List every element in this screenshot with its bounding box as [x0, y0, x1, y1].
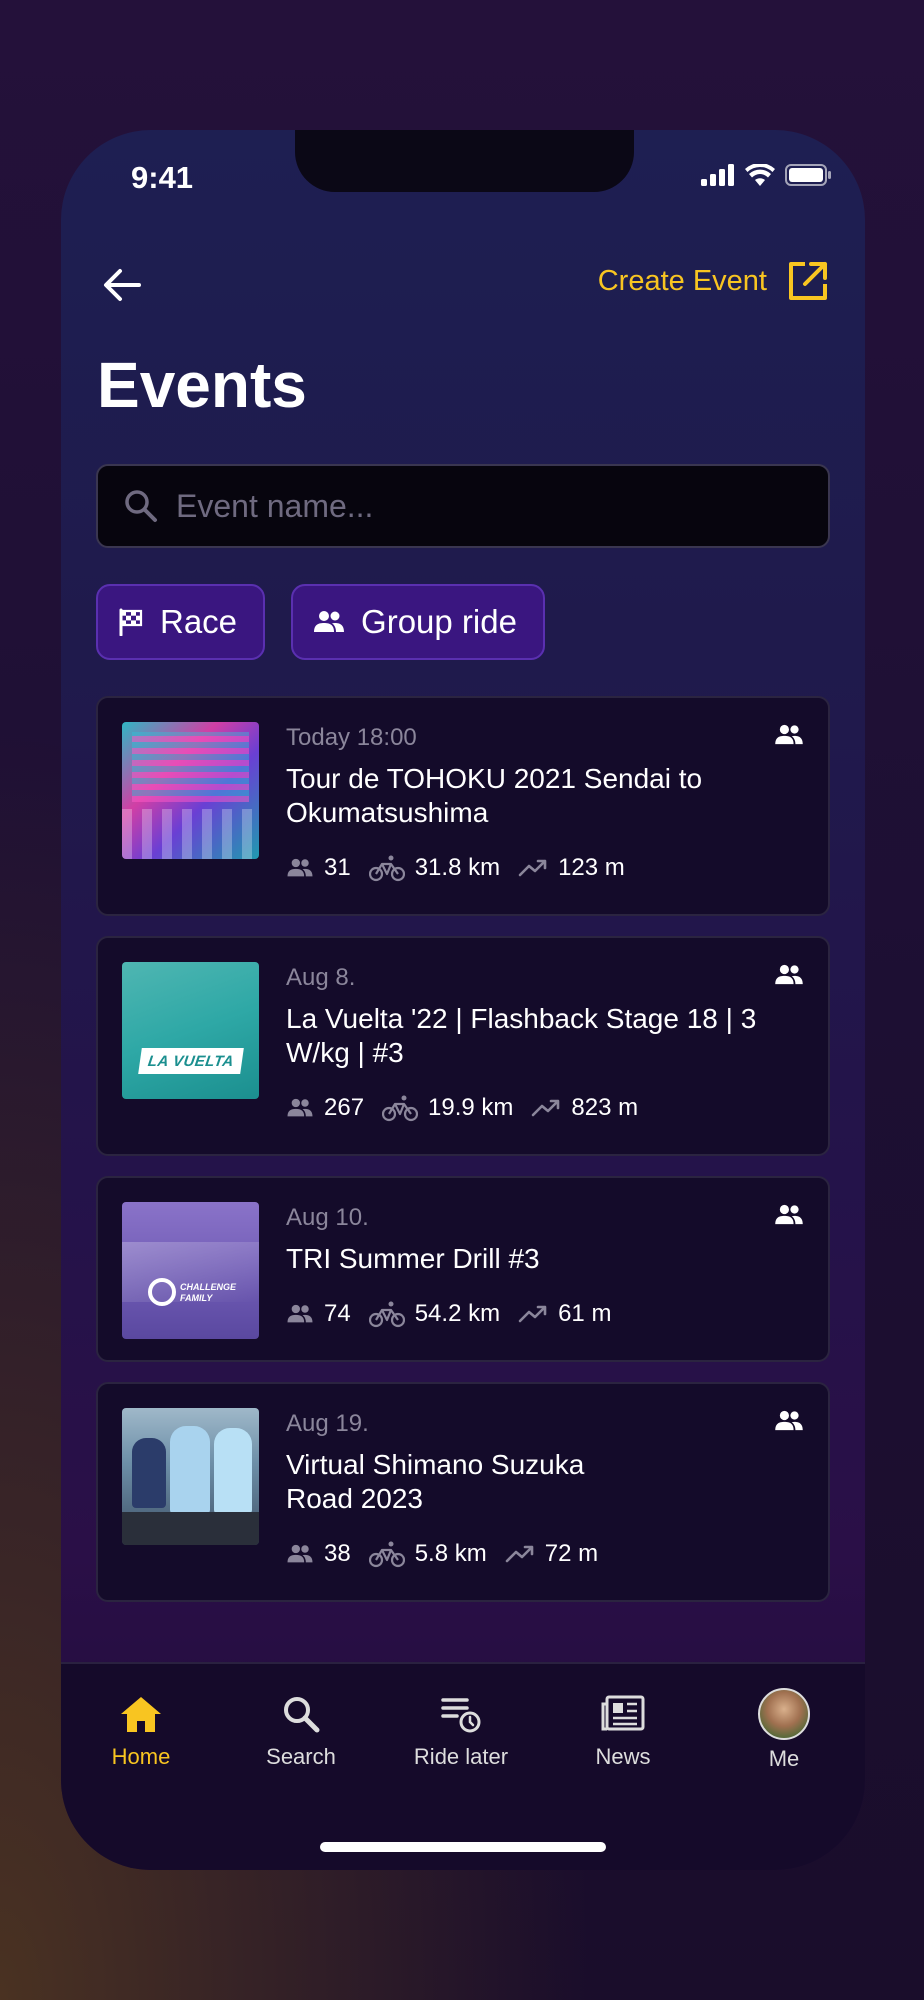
riders-icon: [287, 1098, 313, 1117]
bike-icon: [368, 1301, 405, 1328]
elevation-icon: [518, 859, 547, 877]
event-card[interactable]: LA VUELTA Aug 8. La Vuelta '22 | Flashba…: [96, 936, 830, 1156]
elevation: 61 m: [558, 1300, 612, 1327]
tab-label: Home: [111, 1744, 171, 1769]
group-ride-icon: [774, 1204, 804, 1231]
elevation: 123 m: [558, 854, 625, 881]
event-date: Aug 8.: [286, 964, 356, 991]
riders-icon: [287, 858, 313, 877]
distance: 5.8 km: [414, 1540, 487, 1567]
group-ride-icon: [774, 724, 804, 751]
tab-me[interactable]: Me: [719, 1688, 849, 1772]
filter-chip-label: Race: [160, 603, 238, 640]
event-thumbnail: LA VUELTA: [122, 962, 259, 1099]
tab-label: Me: [768, 1746, 800, 1771]
elevation: 823 m: [571, 1094, 639, 1121]
home-indicator: [320, 1842, 606, 1852]
notch: [295, 130, 634, 192]
event-card[interactable]: CHALLENGE FAMILY Aug 10. TRI Summer Dril…: [96, 1176, 830, 1362]
bike-icon: [382, 1095, 419, 1122]
news-icon: [601, 1695, 645, 1731]
back-button[interactable]: [97, 260, 147, 310]
create-event-label: Create Event: [597, 264, 767, 297]
event-title: Virtual Shimano Suzuka Road 2023: [286, 1449, 585, 1514]
event-date: Today 18:00: [286, 724, 417, 751]
challenge-family-logo: CHALLENGE FAMILY: [180, 1282, 236, 1303]
event-title: TRI Summer Drill #3: [286, 1243, 540, 1274]
event-stats: 38 5.8 km 72 m: [286, 1540, 616, 1568]
bike-icon: [368, 1541, 405, 1568]
page-title: Events: [97, 349, 307, 421]
group-ride-icon: [774, 1410, 804, 1437]
distance: 19.9 km: [428, 1094, 514, 1121]
riders-icon: [287, 1544, 313, 1563]
status-icons: [701, 164, 831, 186]
search-box[interactable]: [96, 464, 830, 548]
tab-label: Ride later: [413, 1744, 509, 1769]
tab-news[interactable]: News: [558, 1694, 688, 1770]
bike-icon: [368, 855, 405, 882]
group-ride-icon: [774, 964, 804, 991]
riders-count: 267: [324, 1094, 365, 1121]
la-vuelta-logo: LA VUELTA: [146, 1052, 236, 1070]
filter-chips: Race Group ride: [96, 584, 545, 660]
event-date: Aug 10.: [286, 1204, 369, 1231]
tab-bar: Home Search Ride later News Me: [61, 1662, 865, 1870]
event-title: Tour de TOHOKU 2021 Sendai to Okumatsush…: [286, 763, 703, 828]
tab-label: News: [595, 1744, 651, 1769]
checkered-flag-icon: [119, 608, 143, 636]
event-date: Aug 19.: [286, 1410, 369, 1437]
distance: 31.8 km: [414, 854, 501, 881]
event-stats: 31 31.8 km 123 m: [286, 854, 643, 882]
event-thumbnail: [122, 1408, 259, 1545]
tab-home[interactable]: Home: [76, 1694, 206, 1770]
tab-label: Search: [266, 1744, 336, 1769]
event-thumbnail: CHALLENGE FAMILY: [122, 1202, 259, 1339]
elevation-icon: [518, 1305, 547, 1323]
event-thumbnail: [122, 722, 259, 859]
riders-count: 38: [324, 1540, 351, 1567]
elevation-icon: [505, 1545, 534, 1563]
event-title: La Vuelta '22 | Flashback Stage 18 | 3 W…: [286, 1003, 757, 1068]
elevation: 72 m: [544, 1540, 599, 1567]
riders-icon: [287, 1304, 313, 1323]
riders-count: 31: [324, 854, 351, 881]
group-icon: [314, 611, 345, 632]
ride-later-icon: [441, 1698, 481, 1733]
battery-icon: [785, 164, 831, 186]
wifi-icon: [745, 164, 775, 186]
tab-ride-later[interactable]: Ride later: [396, 1694, 526, 1770]
external-link-icon: [789, 262, 827, 300]
status-time: 9:41: [131, 160, 194, 195]
filter-chip-group-ride[interactable]: Group ride: [291, 584, 545, 660]
elevation-icon: [532, 1099, 560, 1117]
filter-chip-label: Group ride: [361, 603, 517, 640]
event-card[interactable]: Aug 19. Virtual Shimano Suzuka Road 2023…: [96, 1382, 830, 1602]
event-card[interactable]: Today 18:00 Tour de TOHOKU 2021 Sendai t…: [96, 696, 830, 916]
tab-search[interactable]: Search: [236, 1694, 366, 1770]
event-stats: 74 54.2 km 61 m: [286, 1300, 629, 1328]
signal-icon: [701, 164, 734, 186]
avatar: [758, 1688, 810, 1740]
search-icon: [125, 490, 157, 522]
riders-count: 74: [324, 1300, 351, 1327]
event-stats: 267 19.9 km 823 m: [286, 1094, 656, 1122]
search-icon: [284, 1697, 320, 1733]
filter-chip-race[interactable]: Race: [96, 584, 266, 660]
create-event-button[interactable]: Create Event: [598, 260, 829, 302]
distance: 54.2 km: [414, 1300, 501, 1327]
back-arrow-icon: [104, 269, 141, 301]
home-icon: [121, 1697, 161, 1732]
phone-frame: 9:41 Create Event Events Event name... R…: [61, 130, 865, 1870]
event-search-input[interactable]: [176, 487, 828, 525]
